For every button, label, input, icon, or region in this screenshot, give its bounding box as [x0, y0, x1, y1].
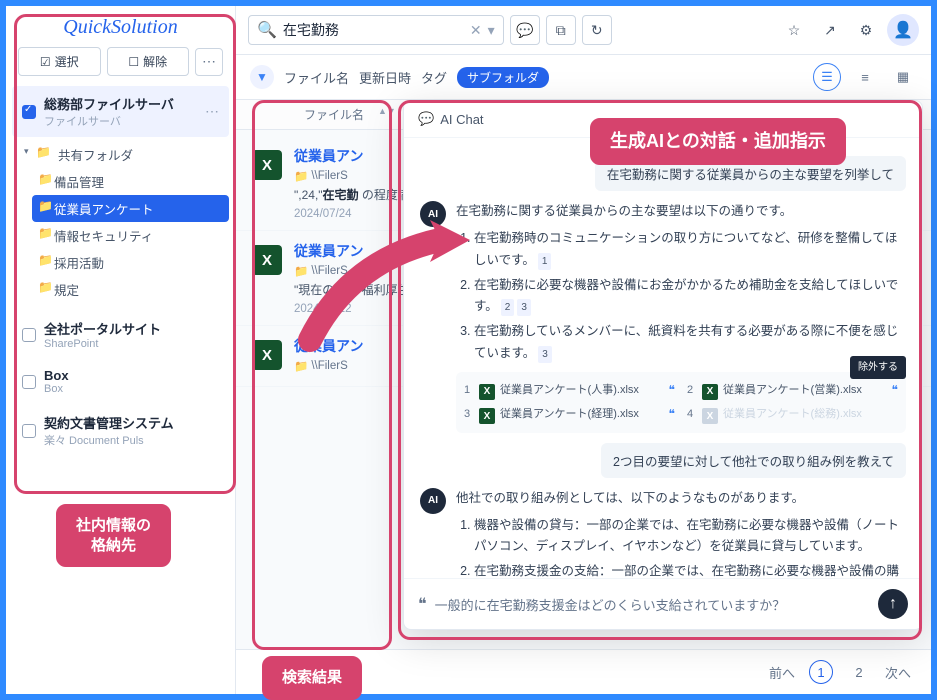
excel-icon: X — [702, 408, 718, 424]
excel-icon: X — [479, 408, 495, 424]
folder-icon: 📁 — [38, 226, 53, 240]
checkbox-icon[interactable] — [22, 424, 36, 438]
reference-grid: 除外する 1X従業員アンケート(人事).xlsx❝ 2X従業員アンケート(営業)… — [456, 372, 906, 433]
arrow-icon — [290, 200, 470, 360]
app-logo: QuickSolution — [6, 6, 235, 47]
ai-badge-icon: AI — [420, 488, 446, 514]
chat-icon[interactable]: 💬 — [510, 15, 540, 45]
filter-date[interactable]: 更新日時 — [359, 68, 411, 87]
callout-label: 検索結果 — [262, 656, 362, 700]
quote-icon[interactable]: ❝ — [418, 594, 427, 614]
filter-icon[interactable]: ▼ — [250, 65, 274, 89]
check-icon: ☑ — [40, 55, 51, 69]
search-icon: 🔍 — [257, 20, 277, 40]
reference-item[interactable]: 3X従業員アンケート(経理).xlsx❝ — [464, 404, 675, 424]
square-icon: ☐ — [128, 55, 139, 69]
ai-message: AI 他社での取り組み例としては、以下のようなものがあります。 機器や設備の貸与… — [420, 488, 906, 578]
star-icon[interactable]: ☆ — [779, 15, 809, 45]
folder-icon: 📁 — [38, 172, 53, 186]
citation[interactable]: 1 — [538, 253, 552, 270]
callout-label: 生成AIとの対話・追加指示 — [590, 118, 846, 165]
folder-icon: 📁 — [294, 169, 308, 183]
citation[interactable]: 3 — [517, 299, 531, 316]
filter-bar: ▼ ファイル名 更新日時 タグ サブフォルダ ☰ ≡ ▦ — [236, 55, 931, 100]
folder-icon: 📁 — [36, 145, 51, 159]
chat-icon: 💬 — [418, 111, 434, 127]
history-icon[interactable]: ↻ — [582, 15, 612, 45]
exclude-button[interactable]: 除外する — [850, 356, 906, 379]
folder-icon: 📁 — [38, 280, 53, 294]
sidebar-more-button[interactable]: ⋯ — [195, 48, 223, 76]
excel-icon: X — [252, 150, 282, 180]
filter-subfolder-pill[interactable]: サブフォルダ — [457, 67, 549, 88]
tree-item[interactable]: 📁備品管理 — [32, 168, 229, 195]
ai-message: AI 在宅勤務に関する従業員からの主な要望は以下の通りです。 在宅勤務時のコミュ… — [420, 201, 906, 433]
reference-item[interactable]: 1X従業員アンケート(人事).xlsx❝ — [464, 380, 675, 400]
tree-item[interactable]: 📁採用活動 — [32, 249, 229, 276]
quote-icon[interactable]: ❝ — [669, 404, 675, 424]
gear-icon[interactable]: ⚙ — [851, 15, 881, 45]
source-item[interactable]: 全社ポータルサイトSharePoint — [12, 311, 229, 358]
excel-icon: X — [252, 340, 282, 370]
col-filename[interactable]: ファイル名 — [304, 106, 364, 123]
citation[interactable]: 2 — [501, 299, 515, 316]
avatar[interactable]: 👤 — [887, 14, 919, 46]
send-button[interactable]: ↑ — [878, 589, 908, 619]
tree-root[interactable]: ▾📁共有フォルダ — [32, 141, 229, 168]
arrow-up-icon: ↑ — [889, 595, 897, 613]
topbar: 🔍 ✕ ▾ 💬 ⧉ ↻ ☆ ↗ ⚙ 👤 — [236, 6, 931, 55]
source-item[interactable]: 契約文書管理システム楽々 Document Puls — [12, 405, 229, 456]
pager-page-1[interactable]: 1 — [809, 660, 833, 684]
folder-icon: 📁 — [38, 199, 53, 213]
arrow-icon[interactable]: ↗ — [815, 15, 845, 45]
excel-icon: X — [252, 245, 282, 275]
select-button[interactable]: ☑選択 — [18, 47, 101, 76]
checkbox-icon[interactable] — [22, 105, 36, 119]
pager-page-2[interactable]: 2 — [847, 660, 871, 684]
user-message: 2つ目の要望に対して他社での取り組み例を教えて — [420, 443, 906, 478]
source-item[interactable]: 総務部ファイルサーバファイルサーバ ⋯ — [12, 86, 229, 137]
checkbox-icon[interactable] — [22, 328, 36, 342]
clear-button[interactable]: ☐解除 — [107, 47, 190, 76]
more-icon[interactable]: ⋯ — [205, 103, 219, 120]
sidebar: QuickSolution ☑選択 ☐解除 ⋯ 総務部ファイルサーバファイルサー… — [6, 6, 236, 694]
pager-prev[interactable]: 前へ — [769, 663, 795, 682]
caret-down-icon: ▾ — [24, 146, 29, 157]
search-input[interactable] — [283, 22, 464, 38]
clear-icon[interactable]: ✕ — [470, 22, 482, 39]
excel-icon: X — [702, 384, 718, 400]
chevron-down-icon[interactable]: ▾ — [488, 22, 495, 39]
sort-icon[interactable]: ▲▼ — [378, 106, 396, 123]
tree-item-selected[interactable]: 📁従業員アンケート — [32, 195, 229, 222]
pager-next[interactable]: 次へ — [885, 663, 911, 682]
excel-icon: X — [479, 384, 495, 400]
folder-tree: ▾📁共有フォルダ 📁備品管理 📁従業員アンケート 📁情報セキュリティ 📁採用活動… — [12, 139, 229, 311]
chat-input[interactable] — [435, 597, 870, 612]
reference-item[interactable]: 2X従業員アンケート(営業).xlsx❝ — [687, 380, 898, 400]
checkbox-icon[interactable] — [22, 375, 36, 389]
chat-footer: ❝ ↑ — [404, 578, 922, 629]
quote-icon[interactable]: ❝ — [669, 380, 675, 400]
source-item[interactable]: BoxBox — [12, 360, 229, 403]
tree-item[interactable]: 📁情報セキュリティ — [32, 222, 229, 249]
quote-icon[interactable]: ❝ — [892, 380, 898, 400]
citation[interactable]: 3 — [538, 346, 552, 363]
callout-label: 社内情報の 格納先 — [56, 504, 171, 567]
filter-tag[interactable]: タグ — [421, 68, 447, 87]
ai-chat-panel: 💬 AI Chat 在宅勤務に関する従業員からの主な要望を列挙して AI 在宅勤… — [403, 100, 923, 630]
filter-filename[interactable]: ファイル名 — [284, 68, 349, 87]
search-box[interactable]: 🔍 ✕ ▾ — [248, 15, 504, 45]
view-detail-icon[interactable]: ≡ — [851, 63, 879, 91]
folder-icon: 📁 — [294, 359, 308, 373]
view-list-icon[interactable]: ☰ — [813, 63, 841, 91]
view-grid-icon[interactable]: ▦ — [889, 63, 917, 91]
reference-item-disabled[interactable]: 4X従業員アンケート(総務).xlsx — [687, 404, 898, 424]
copy-icon[interactable]: ⧉ — [546, 15, 576, 45]
folder-icon: 📁 — [38, 253, 53, 267]
user-icon: 👤 — [893, 20, 913, 40]
tree-item[interactable]: 📁規定 — [32, 276, 229, 303]
